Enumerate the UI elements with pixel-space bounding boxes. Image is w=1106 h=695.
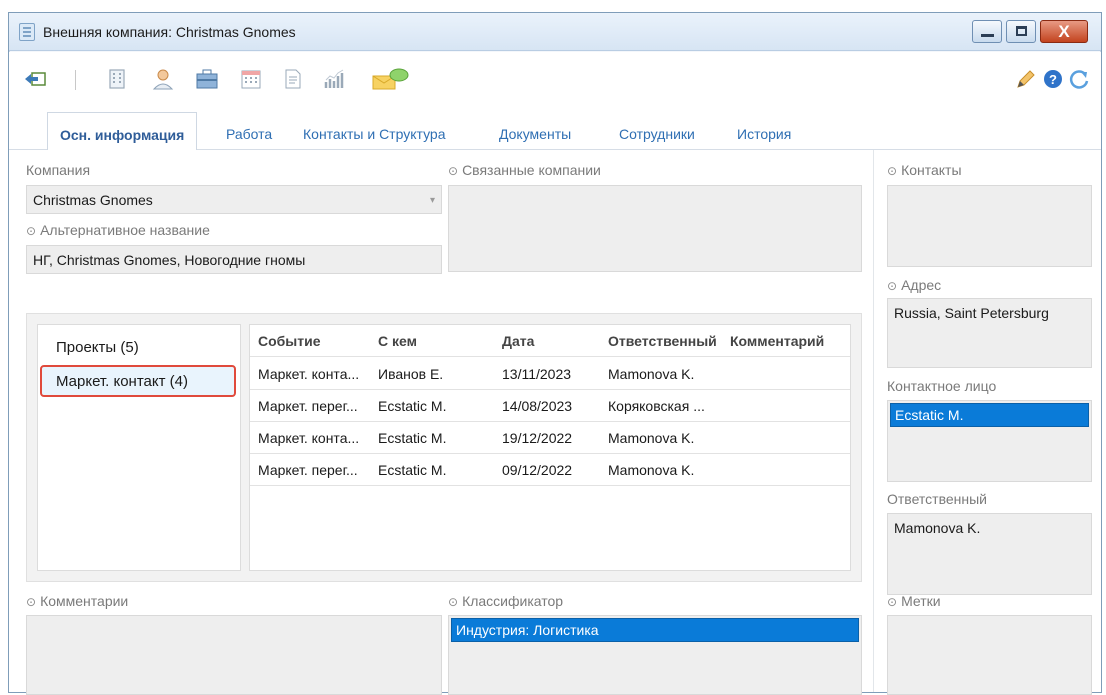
cell-event: Маркет. конта... bbox=[258, 366, 360, 382]
collapse-toggle-icon: ⊙ bbox=[26, 224, 37, 238]
cell-responsible: Mamonova K. bbox=[608, 462, 695, 478]
minimize-icon bbox=[981, 34, 994, 37]
column-header-date[interactable]: Дата bbox=[502, 333, 598, 349]
cell-with-whom: Ecstatic M. bbox=[378, 398, 447, 414]
collapse-toggle-icon: ⊙ bbox=[887, 595, 898, 609]
column-header-responsible[interactable]: Ответственный bbox=[608, 333, 728, 349]
classifier-item[interactable]: Индустрия: Логистика bbox=[451, 618, 859, 642]
contact-person-label: Контактное лицо bbox=[887, 378, 997, 394]
company-label: Компания bbox=[26, 162, 91, 178]
collapse-toggle-icon: ⊙ bbox=[448, 595, 459, 609]
grid-header: Событие С кем Дата Ответственный Коммент… bbox=[250, 325, 850, 357]
document-icon[interactable] bbox=[281, 68, 305, 90]
company-value: Christmas Gnomes bbox=[33, 192, 153, 208]
related-companies-label[interactable]: ⊙ Связанные компании bbox=[448, 162, 601, 178]
collapse-toggle-icon: ⊙ bbox=[887, 164, 898, 178]
briefcase-icon[interactable] bbox=[195, 68, 219, 90]
cell-date: 09/12/2022 bbox=[502, 462, 573, 478]
column-header-with-whom[interactable]: С кем bbox=[378, 333, 490, 349]
comments-label[interactable]: ⊙ Комментарии bbox=[26, 593, 128, 609]
alt-name-field[interactable]: НГ, Christmas Gnomes, Новогодние гномы bbox=[26, 245, 442, 274]
classifier-label[interactable]: ⊙ Классификатор bbox=[448, 593, 563, 609]
contacts-box[interactable] bbox=[887, 185, 1092, 267]
events-grid: Событие С кем Дата Ответственный Коммент… bbox=[249, 324, 851, 571]
cell-with-whom: Ecstatic M. bbox=[378, 462, 447, 478]
building-icon[interactable] bbox=[105, 68, 129, 90]
tab-bar: Осн. информация Работа Контакты и Структ… bbox=[9, 104, 1101, 151]
events-panel: Проекты (5) Маркет. контакт (4) Событие … bbox=[26, 313, 862, 582]
comments-box[interactable] bbox=[26, 615, 442, 695]
cell-date: 19/12/2022 bbox=[502, 430, 573, 446]
company-window: Внешняя компания: Christmas Gnomes X ? О… bbox=[8, 12, 1102, 695]
contact-person-item[interactable]: Ecstatic M. bbox=[890, 403, 1089, 427]
category-list: Проекты (5) Маркет. контакт (4) bbox=[37, 324, 241, 571]
main-content: Компания Christmas Gnomes ▾ ⊙ Альтернатив… bbox=[9, 150, 1101, 695]
address-label[interactable]: ⊙ Адрес bbox=[887, 277, 941, 293]
window-title: Внешняя компания: Christmas Gnomes bbox=[43, 24, 296, 40]
cell-responsible: Mamonova K. bbox=[608, 366, 695, 382]
message-icon[interactable] bbox=[371, 68, 409, 90]
calendar-icon[interactable] bbox=[239, 68, 263, 90]
tab-history[interactable]: История bbox=[737, 126, 791, 142]
cell-date: 13/11/2023 bbox=[502, 366, 572, 382]
help-icon[interactable]: ? bbox=[1041, 68, 1065, 90]
close-icon: X bbox=[1058, 22, 1070, 41]
company-select[interactable]: Christmas Gnomes ▾ bbox=[26, 185, 442, 214]
related-companies-box[interactable] bbox=[448, 185, 862, 272]
contact-person-list[interactable]: Ecstatic M. bbox=[887, 400, 1092, 482]
maximize-button[interactable] bbox=[1006, 20, 1036, 43]
table-row[interactable]: Маркет. конта... Ecstatic M. 19/12/2022 … bbox=[250, 422, 850, 454]
back-arrow-icon[interactable] bbox=[23, 68, 47, 90]
contacts-label[interactable]: ⊙ Контакты bbox=[887, 162, 962, 178]
tab-documents[interactable]: Документы bbox=[499, 126, 571, 142]
responsible-label: Ответственный bbox=[887, 491, 987, 507]
collapse-toggle-icon: ⊙ bbox=[887, 279, 898, 293]
title-bar[interactable]: Внешняя компания: Christmas Gnomes X bbox=[9, 13, 1101, 51]
alt-name-label[interactable]: ⊙ Альтернативное название bbox=[26, 222, 210, 238]
classifier-list[interactable]: Индустрия: Логистика bbox=[448, 615, 862, 695]
table-row[interactable]: Маркет. перег... Ecstatic M. 14/08/2023 … bbox=[250, 390, 850, 422]
cell-date: 14/08/2023 bbox=[502, 398, 573, 414]
help-glyph: ? bbox=[1049, 72, 1057, 87]
window-app-icon bbox=[19, 23, 35, 41]
column-header-event[interactable]: Событие bbox=[258, 333, 370, 349]
cell-event: Маркет. перег... bbox=[258, 462, 358, 478]
tags-label[interactable]: ⊙ Метки bbox=[887, 593, 941, 609]
toolbar: ? bbox=[9, 52, 1101, 104]
cell-with-whom: Иванов Е. bbox=[378, 366, 444, 382]
close-button[interactable]: X bbox=[1040, 20, 1088, 43]
chevron-down-icon: ▾ bbox=[429, 195, 435, 206]
cell-responsible: Mamonova K. bbox=[608, 430, 695, 446]
pencil-icon[interactable] bbox=[1013, 68, 1037, 90]
list-item-market-contact[interactable]: Маркет. контакт (4) bbox=[40, 365, 236, 397]
cell-responsible: Коряковская ... bbox=[608, 398, 705, 414]
collapse-toggle-icon: ⊙ bbox=[448, 164, 459, 178]
tab-main-info[interactable]: Осн. информация bbox=[47, 112, 198, 151]
refresh-icon[interactable] bbox=[1067, 68, 1091, 90]
table-row[interactable]: Маркет. конта... Иванов Е. 13/11/2023 Ma… bbox=[250, 358, 850, 390]
right-column-divider bbox=[873, 150, 874, 692]
maximize-icon bbox=[1016, 26, 1027, 36]
tags-box[interactable] bbox=[887, 615, 1092, 695]
responsible-field[interactable]: Mamonova K. bbox=[887, 513, 1092, 595]
collapse-toggle-icon: ⊙ bbox=[26, 595, 37, 609]
chart-icon[interactable] bbox=[323, 68, 347, 90]
cell-event: Маркет. перег... bbox=[258, 398, 358, 414]
tab-contacts-structure[interactable]: Контакты и Структура bbox=[303, 126, 446, 142]
list-item-projects[interactable]: Проекты (5) bbox=[56, 339, 139, 356]
tab-work[interactable]: Работа bbox=[226, 126, 272, 142]
toolbar-separator bbox=[75, 70, 76, 90]
minimize-button[interactable] bbox=[972, 20, 1002, 43]
cell-with-whom: Ecstatic M. bbox=[378, 430, 447, 446]
column-header-comment[interactable]: Комментарий bbox=[730, 333, 850, 349]
tab-employees[interactable]: Сотрудники bbox=[619, 126, 695, 142]
address-field[interactable]: Russia, Saint Petersburg bbox=[887, 298, 1092, 368]
person-icon[interactable] bbox=[151, 68, 175, 90]
table-row[interactable]: Маркет. перег... Ecstatic M. 09/12/2022 … bbox=[250, 454, 850, 486]
cell-event: Маркет. конта... bbox=[258, 430, 360, 446]
